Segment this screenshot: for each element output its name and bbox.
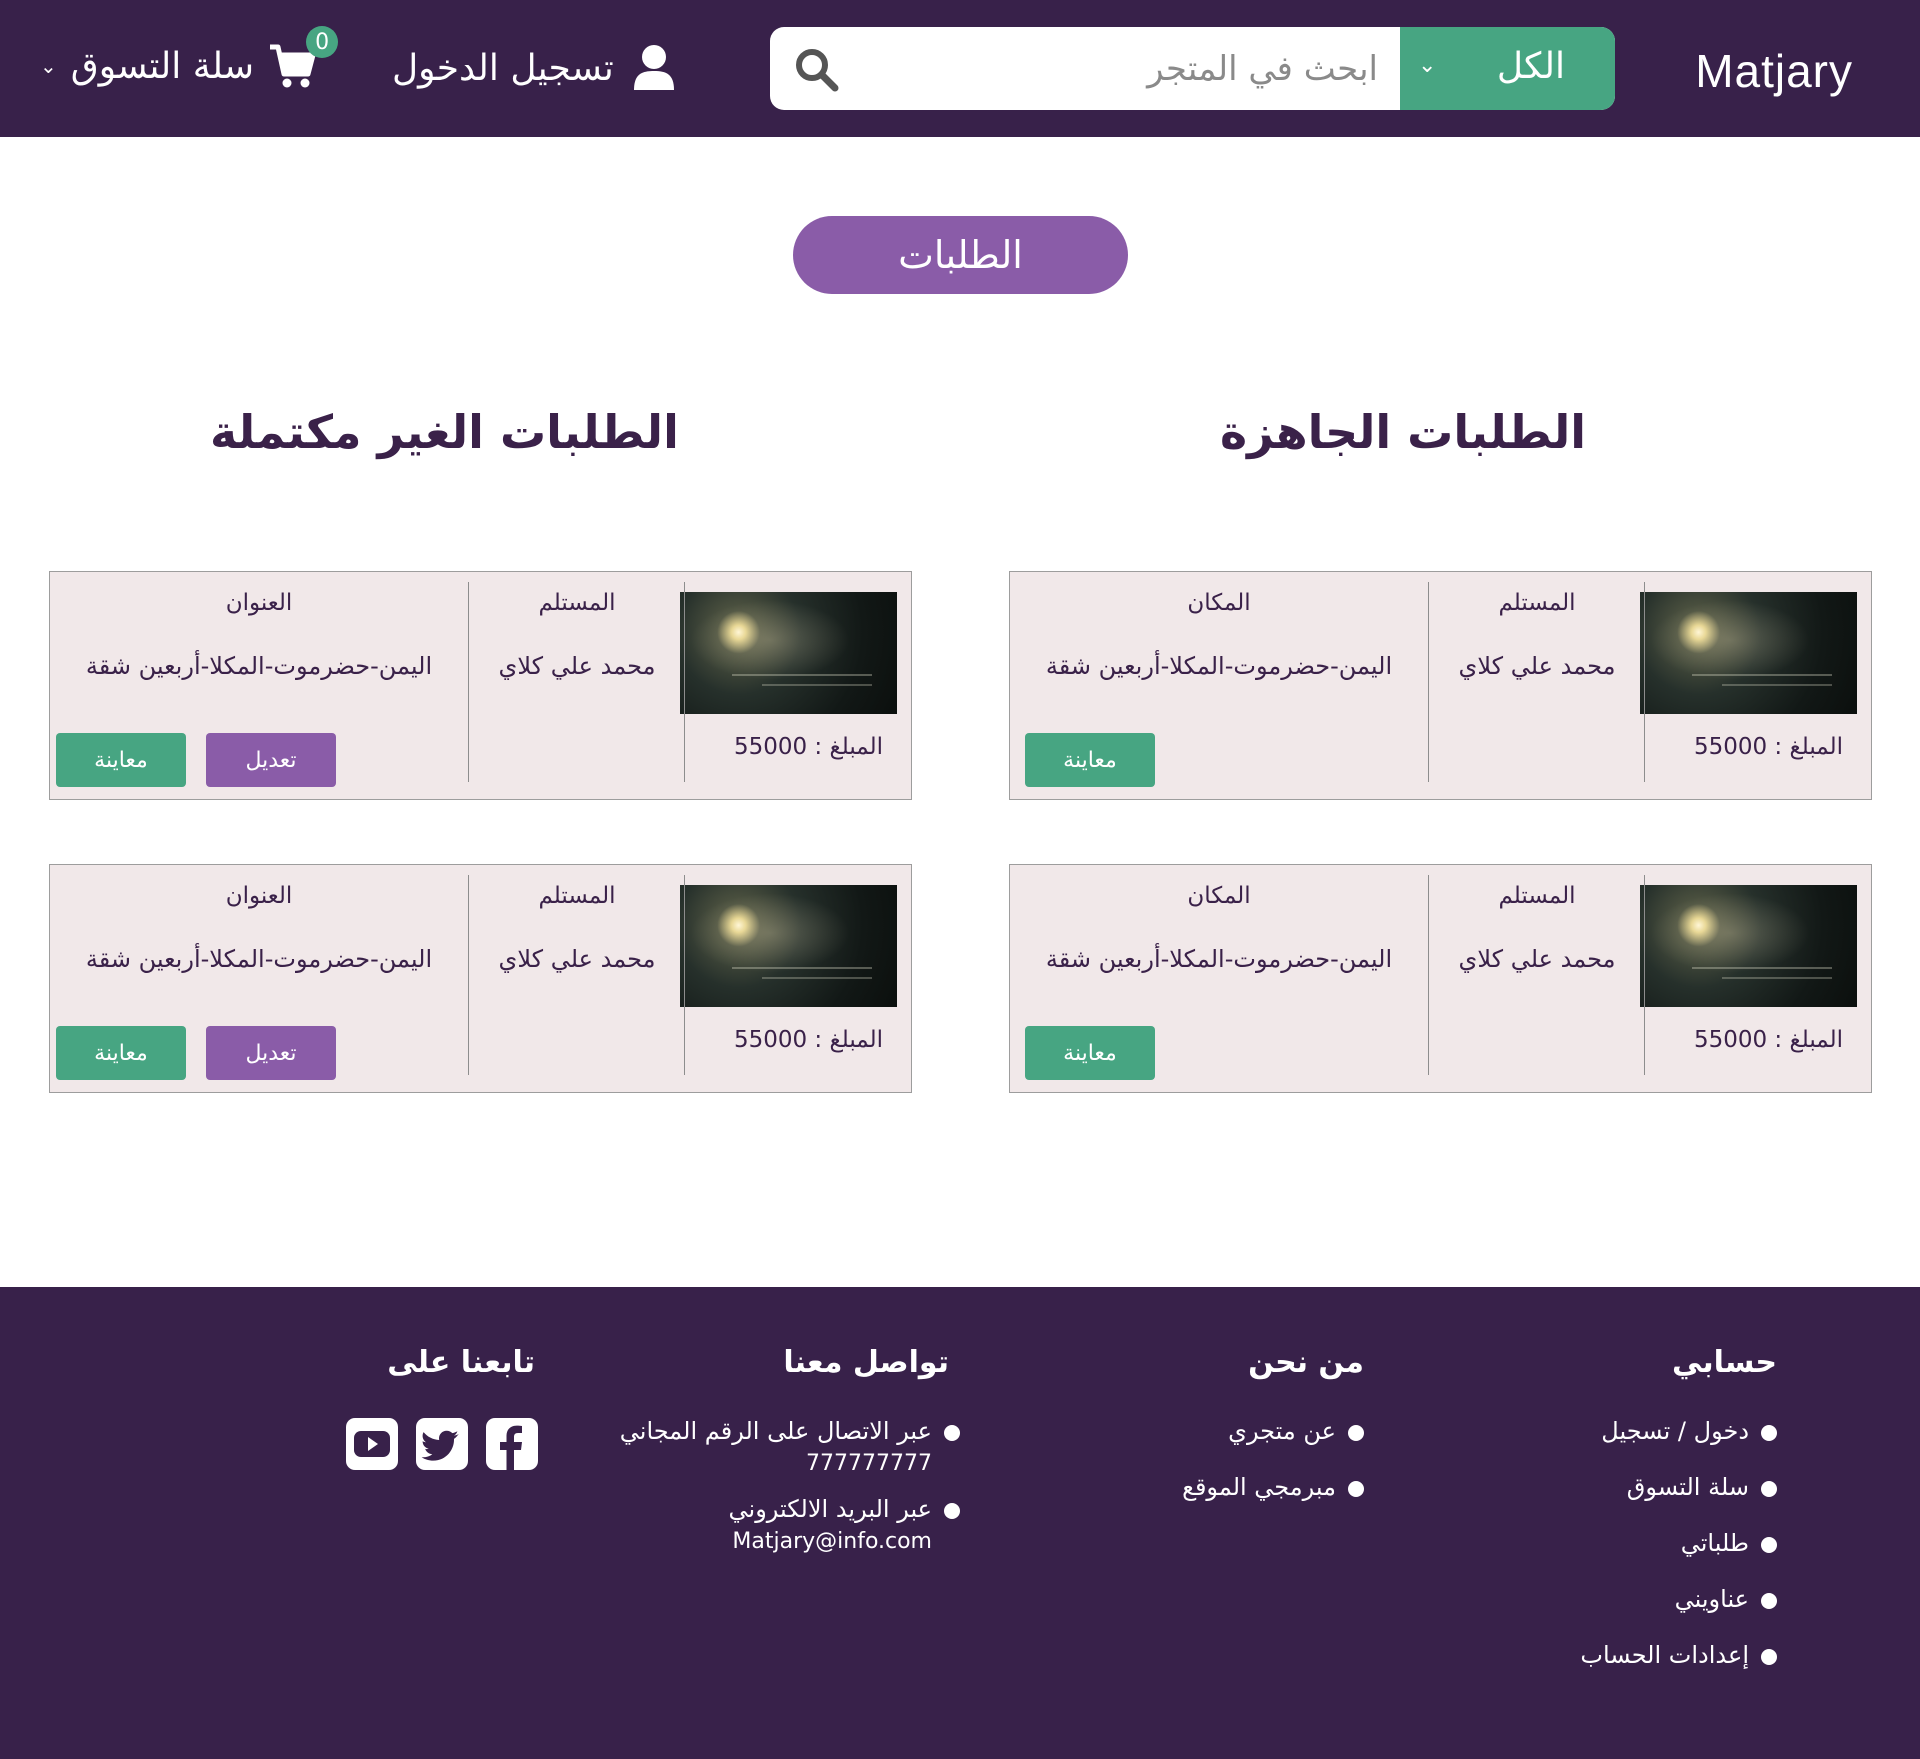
bullet-icon [1348,1425,1364,1441]
footer-link-label: دخول / تسجيل [1601,1417,1749,1445]
address-value: اليمن-حضرموت-المكلا-أربعين شقة [85,945,433,973]
facebook-icon[interactable] [485,1417,539,1471]
footer-link-label: إعدادات الحساب [1580,1641,1749,1669]
login-label: تسجيل الدخول [392,47,614,89]
view-button[interactable]: معاينة [1025,733,1155,787]
footer-link-label: طلباتي [1680,1529,1749,1557]
footer-about-title: من نحن [1248,1345,1364,1380]
footer-link-addresses[interactable]: عناويني [1580,1585,1777,1641]
footer-link-settings[interactable]: إعدادات الحساب [1580,1641,1777,1697]
footer-link-developers[interactable]: مبرمجي الموقع [1182,1473,1364,1529]
order-amount: المبلغ : 55000 [733,734,883,760]
location-header: المكان [1187,883,1251,909]
bullet-icon [944,1425,960,1441]
order-card: المبلغ : 55000 المستلم محمد علي كلاي الع… [49,864,912,1093]
view-button[interactable]: معاينة [1025,1026,1155,1080]
top-header: Matjary الكل ⌄ تسجيل الدخول 0 سلة [0,0,1920,137]
cart-count-badge: 0 [306,26,339,58]
bullet-icon [1761,1481,1777,1497]
category-selected: الكل [1496,46,1565,87]
recipient-name: محمد علي كلاي [498,652,656,680]
section-title-incomplete: الطلبات الغير مكتملة [210,405,679,459]
chevron-down-icon: ⌄ [1418,53,1437,78]
bullet-icon [1761,1649,1777,1665]
footer-link-orders[interactable]: طلباتي [1580,1529,1777,1585]
address-value: اليمن-حضرموت-المكلا-أربعين شقة [85,652,433,680]
contact-phone-value[interactable]: 777777777 [620,1445,932,1476]
footer: حسابي دخول / تسجيل سلة التسوق طلباتي عنا… [0,1287,1920,1759]
address-header: العنوان [225,883,293,909]
cart-link[interactable]: 0 سلة التسوق ⌄ [40,26,339,98]
footer-link-label: مبرمجي الموقع [1182,1473,1336,1501]
recipient-name: محمد علي كلاي [1458,945,1616,973]
chevron-down-icon: ⌄ [40,54,57,78]
order-amount: المبلغ : 55000 [1693,734,1843,760]
view-button[interactable]: معاينة [56,1026,186,1080]
bullet-icon [1761,1593,1777,1609]
footer-contact-phone: عبر الاتصال على الرقم المجاني 777777777 [620,1417,960,1495]
order-card: المبلغ : 55000 المستلم محمد علي كلاي الم… [1009,864,1872,1093]
footer-account-list: دخول / تسجيل سلة التسوق طلباتي عناويني إ… [1580,1417,1777,1697]
footer-link-cart[interactable]: سلة التسوق [1580,1473,1777,1529]
order-thumbnail[interactable] [1640,592,1857,714]
bullet-icon [944,1503,960,1519]
cart-label: سلة التسوق [70,45,255,87]
cart-icon-wrap: 0 [268,26,339,90]
recipient-header: المستلم [538,590,616,616]
bullet-icon [1761,1537,1777,1553]
edit-button[interactable]: تعديل [206,1026,336,1080]
footer-contact-title: تواصل معنا [783,1345,949,1380]
contact-label: عبر البريد الالكتروني [728,1495,932,1523]
footer-link-label: سلة التسوق [1626,1473,1749,1501]
footer-contact-email: عبر البريد الالكتروني Matjary@info.com [620,1495,960,1573]
order-amount: المبلغ : 55000 [1693,1027,1843,1053]
order-amount: المبلغ : 55000 [733,1027,883,1053]
edit-button[interactable]: تعديل [206,733,336,787]
page-title: الطلبات [793,216,1128,294]
footer-link-label: عناويني [1674,1585,1749,1613]
bullet-icon [1761,1425,1777,1441]
order-thumbnail[interactable] [680,885,897,1007]
address-header: العنوان [225,590,293,616]
recipient-header: المستلم [1498,883,1576,909]
location-header: المكان [1187,590,1251,616]
user-icon [633,45,674,90]
youtube-icon[interactable] [345,1417,399,1471]
bullet-icon [1348,1481,1364,1497]
recipient-header: المستلم [1498,590,1576,616]
view-button[interactable]: معاينة [56,733,186,787]
order-card: المبلغ : 55000 المستلم محمد علي كلاي الع… [49,571,912,800]
recipient-name: محمد علي كلاي [1458,652,1616,680]
location-value: اليمن-حضرموت-المكلا-أربعين شقة [1045,652,1393,680]
order-thumbnail[interactable] [680,592,897,714]
footer-link-about[interactable]: عن متجري [1182,1417,1364,1473]
footer-contact-list: عبر الاتصال على الرقم المجاني 777777777 ع… [620,1417,960,1573]
footer-link-label: عن متجري [1228,1417,1336,1445]
login-link[interactable]: تسجيل الدخول [392,40,676,96]
footer-follow-title: تابعنا على [387,1345,535,1380]
recipient-name: محمد علي كلاي [498,945,656,973]
order-thumbnail[interactable] [1640,885,1857,1007]
footer-link-login[interactable]: دخول / تسجيل [1580,1417,1777,1473]
social-links [345,1417,539,1471]
recipient-header: المستلم [538,883,616,909]
search-bar: الكل ⌄ [770,27,1615,110]
brand-logo[interactable]: Matjary [1695,44,1853,98]
location-value: اليمن-حضرموت-المكلا-أربعين شقة [1045,945,1393,973]
search-input[interactable] [770,27,1400,110]
contact-label: عبر الاتصال على الرقم المجاني [619,1417,932,1445]
footer-account-title: حسابي [1671,1345,1777,1380]
search-icon[interactable] [792,45,840,93]
contact-email-value[interactable]: Matjary@info.com [620,1523,932,1554]
twitter-icon[interactable] [415,1417,469,1471]
section-title-ready: الطلبات الجاهزة [1220,405,1587,459]
footer-about-list: عن متجري مبرمجي الموقع [1182,1417,1364,1529]
category-dropdown[interactable]: الكل ⌄ [1400,27,1615,110]
order-card: المبلغ : 55000 المستلم محمد علي كلاي الم… [1009,571,1872,800]
